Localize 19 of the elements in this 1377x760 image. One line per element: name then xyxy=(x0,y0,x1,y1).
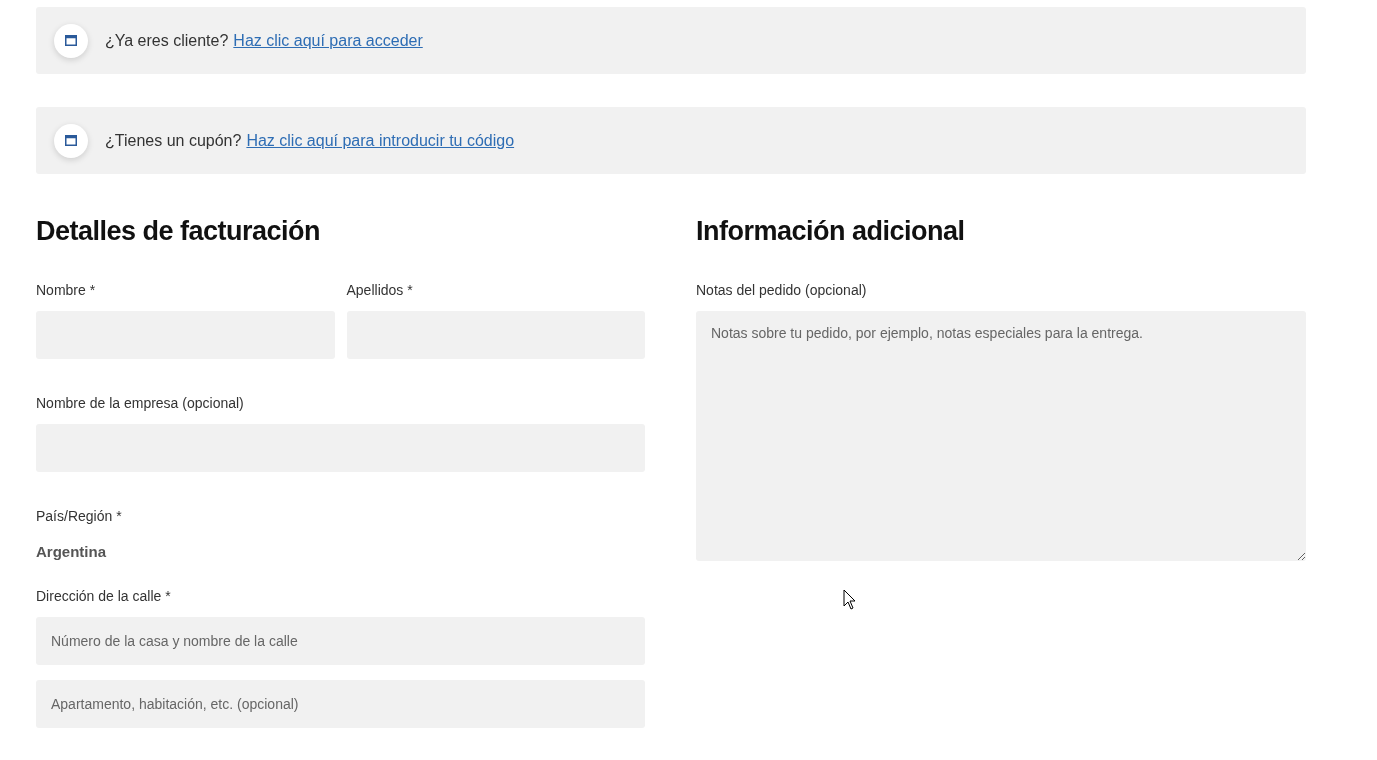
field-label: País/Región * xyxy=(36,507,123,526)
window-icon xyxy=(54,23,88,58)
window-icon xyxy=(54,123,88,158)
field-label: Dirección de la calle * xyxy=(36,587,172,606)
mouse-pointer-icon xyxy=(843,589,857,610)
notice-link[interactable]: Haz clic aquí para introducir tu código xyxy=(246,131,515,150)
notice-text: ¿Tienes un cupón? xyxy=(105,131,242,150)
section-heading: Detalles de facturación xyxy=(36,215,322,248)
field-label: Nombre de la empresa (opcional) xyxy=(36,394,245,413)
field-label: Apellidos * xyxy=(346,281,414,300)
input-field[interactable]: Número de la casa y nombre de la calle xyxy=(36,617,645,665)
field-value: Argentina xyxy=(36,542,107,562)
notes-textarea[interactable]: Notas sobre tu pedido, por ejemplo, notas especiales para la entrega. xyxy=(696,311,1306,561)
field-label: Nombre * xyxy=(36,281,97,300)
notice-text: ¿Ya eres cliente? xyxy=(105,31,229,50)
input-field[interactable]: Apartamento, habitación, etc. (opcional) xyxy=(36,680,645,728)
notice-link[interactable]: Haz clic aquí para acceder xyxy=(233,31,423,50)
field-label: Notas del pedido (opcional) xyxy=(696,281,868,300)
section-heading: Información adicional xyxy=(696,215,966,248)
